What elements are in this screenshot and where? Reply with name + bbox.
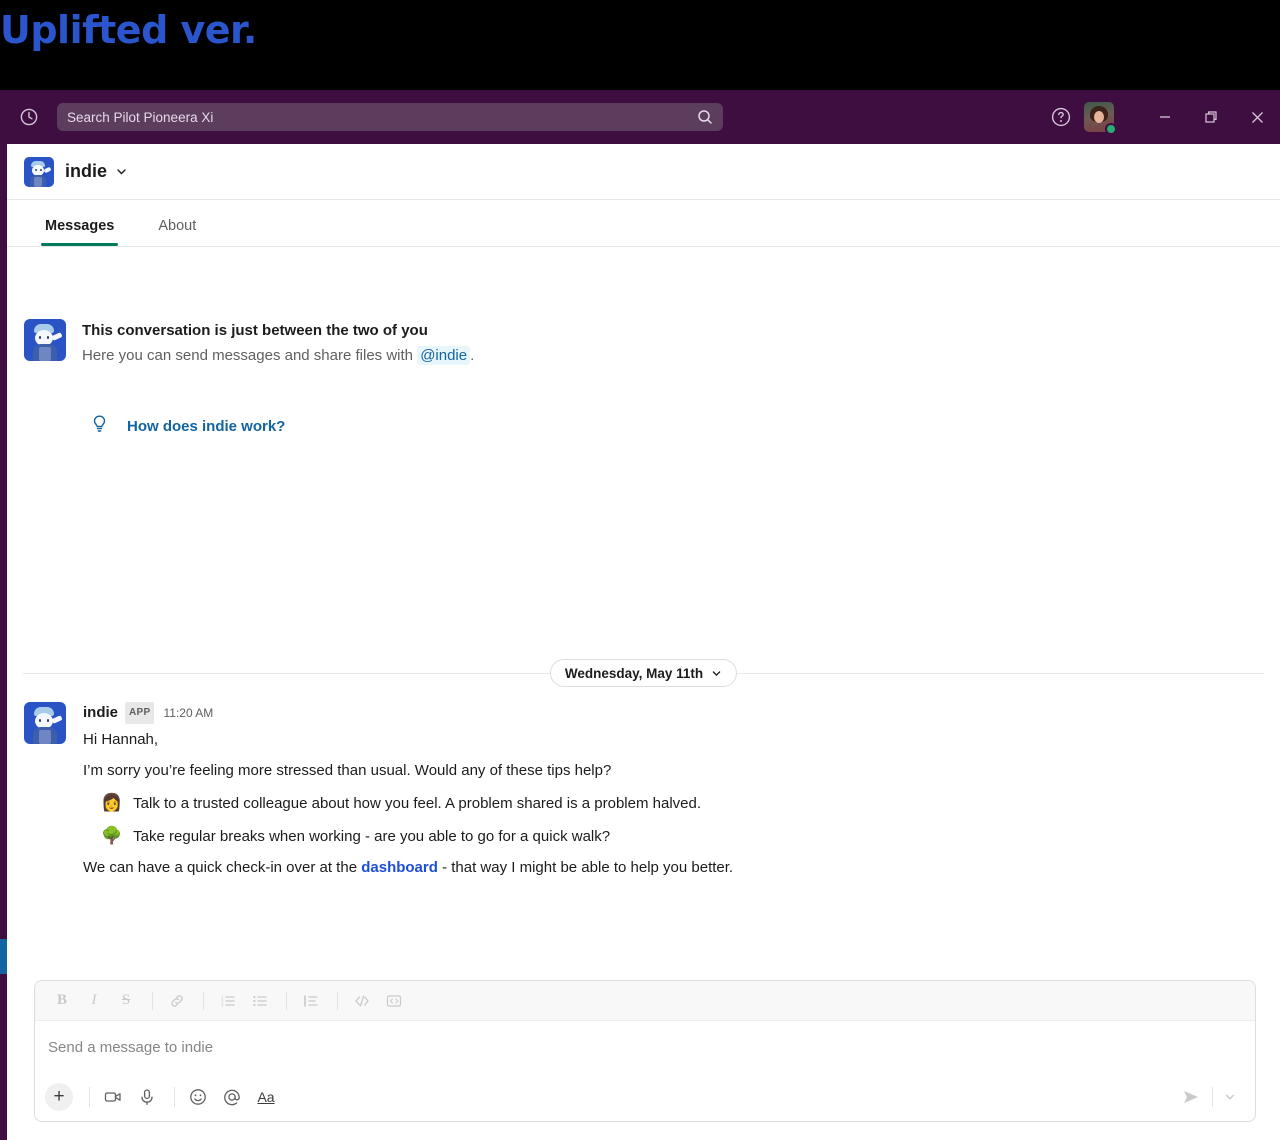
intro-subtitle-before: Here you can send messages and share fil…	[82, 347, 414, 364]
message-timestamp[interactable]: 11:20 AM	[163, 704, 213, 722]
page-title: indie	[65, 161, 108, 181]
toolbar-divider	[152, 991, 153, 1010]
titlebar-right-controls	[1044, 90, 1280, 144]
tree-emoji: 🌳	[101, 826, 123, 846]
audio-clip-icon[interactable]	[132, 1082, 162, 1112]
send-controls	[1176, 1082, 1241, 1112]
indie-bot-avatar-icon	[24, 702, 66, 744]
toolbar-divider	[286, 991, 287, 1010]
tab-about[interactable]: About	[154, 218, 200, 246]
lightbulb-icon	[91, 414, 108, 439]
conversation-intro: This conversation is just between the tw…	[24, 319, 474, 368]
message-item: indie APP 11:20 AM Hi Hannah, I’m sorry …	[24, 702, 1224, 879]
toolbar-divider	[203, 991, 204, 1010]
minimize-button[interactable]	[1142, 90, 1188, 144]
link-icon[interactable]	[162, 986, 192, 1016]
bold-icon[interactable]: B	[47, 986, 77, 1016]
dashboard-link[interactable]: dashboard	[361, 859, 438, 876]
tip-text: Take regular breaks when working - are y…	[133, 828, 611, 845]
composer-action-bar: + Aa	[35, 1073, 1255, 1121]
user-avatar[interactable]	[1084, 102, 1117, 135]
video-clip-icon[interactable]	[98, 1082, 128, 1112]
message-intro-line: I’m sorry you’re feeling more stressed t…	[83, 762, 612, 779]
app-badge: APP	[125, 702, 155, 724]
how-does-indie-work-link[interactable]: How does indie work?	[91, 414, 285, 439]
chevron-down-icon	[711, 668, 722, 679]
closing-after: - that way I might be able to help you b…	[442, 859, 734, 876]
mention-pill-indie[interactable]: @indie	[417, 346, 471, 365]
send-divider	[1212, 1087, 1213, 1107]
maximize-button[interactable]	[1188, 90, 1234, 144]
formatting-toolbar: B I S 1 2 3	[35, 981, 1255, 1021]
italic-icon[interactable]: I	[79, 986, 109, 1016]
tip-text: Talk to a trusted colleague about how yo…	[133, 795, 702, 812]
indie-bot-avatar-icon	[24, 156, 54, 187]
chevron-down-icon[interactable]	[1219, 1082, 1241, 1112]
ordered-list-icon[interactable]: 1 2 3	[213, 986, 243, 1016]
conversation-header: indie	[7, 144, 1280, 200]
intro-subtitle: Here you can send messages and share fil…	[82, 344, 474, 368]
search-placeholder: Search Pilot Pioneera Xi	[67, 109, 214, 125]
tab-messages[interactable]: Messages	[41, 218, 119, 246]
date-pill-button[interactable]: Wednesday, May 11th	[549, 659, 738, 687]
close-button[interactable]	[1234, 90, 1280, 144]
composer-placeholder: Send a message to indie	[48, 1038, 214, 1056]
help-icon[interactable]	[1044, 100, 1078, 134]
main-conversation-panel: indie Messages About This conversation i…	[7, 144, 1280, 1140]
hint-label: How does indie work?	[127, 418, 286, 435]
slack-app-window: Search Pilot Pioneera Xi indie Messages …	[0, 90, 1280, 1140]
date-divider: Wednesday, May 11th	[7, 659, 1280, 687]
code-block-icon[interactable]	[379, 986, 409, 1016]
message-composer: B I S 1 2 3 Send a message to indie + Aa	[34, 980, 1256, 1122]
toolbar-divider	[337, 991, 338, 1010]
action-divider	[89, 1087, 90, 1107]
send-icon[interactable]	[1176, 1082, 1206, 1112]
banner-title: Uplifted ver.	[0, 8, 257, 52]
presence-indicator	[1105, 123, 1117, 135]
search-input[interactable]: Search Pilot Pioneera Xi	[57, 103, 723, 131]
history-icon[interactable]	[12, 100, 46, 134]
window-titlebar: Search Pilot Pioneera Xi	[0, 90, 1280, 144]
page-banner: Uplifted ver.	[0, 0, 1280, 90]
message-header: indie APP 11:20 AM	[83, 702, 1224, 724]
action-divider	[174, 1087, 175, 1107]
closing-before: We can have a quick check-in over at the	[83, 859, 358, 876]
message-input[interactable]: Send a message to indie	[35, 1021, 1255, 1073]
date-label: Wednesday, May 11th	[564, 665, 704, 681]
message-closing-line: We can have a quick check-in over at the…	[83, 856, 1224, 879]
bulleted-list-icon[interactable]	[245, 986, 275, 1016]
message-list: This conversation is just between the tw…	[7, 247, 1280, 1037]
intro-title: This conversation is just between the tw…	[82, 322, 428, 339]
conversation-tabs: Messages About	[7, 200, 1280, 247]
add-attachment-button[interactable]: +	[45, 1083, 73, 1111]
chevron-down-icon[interactable]	[115, 165, 128, 178]
person-emoji: 👩	[101, 793, 123, 813]
message-greeting: Hi Hannah,	[83, 731, 159, 748]
mention-icon[interactable]	[217, 1082, 247, 1112]
message-tip-1: 👩 Talk to a trusted colleague about how …	[83, 792, 1224, 815]
message-author[interactable]: indie	[83, 704, 118, 722]
left-sidebar-rail	[0, 144, 7, 1140]
svg-text:3: 3	[221, 1002, 224, 1007]
message-tip-2: 🌳 Take regular breaks when working - are…	[83, 825, 1224, 848]
intro-subtitle-after: .	[470, 347, 475, 364]
blockquote-icon[interactable]	[296, 986, 326, 1016]
formatting-icon[interactable]: Aa	[251, 1082, 281, 1112]
strikethrough-icon[interactable]: S	[111, 986, 141, 1016]
code-icon[interactable]	[347, 986, 377, 1016]
search-icon[interactable]	[697, 109, 713, 125]
indie-bot-avatar-icon	[24, 319, 66, 361]
sidebar-accent-marker	[0, 939, 7, 974]
emoji-icon[interactable]	[183, 1082, 213, 1112]
